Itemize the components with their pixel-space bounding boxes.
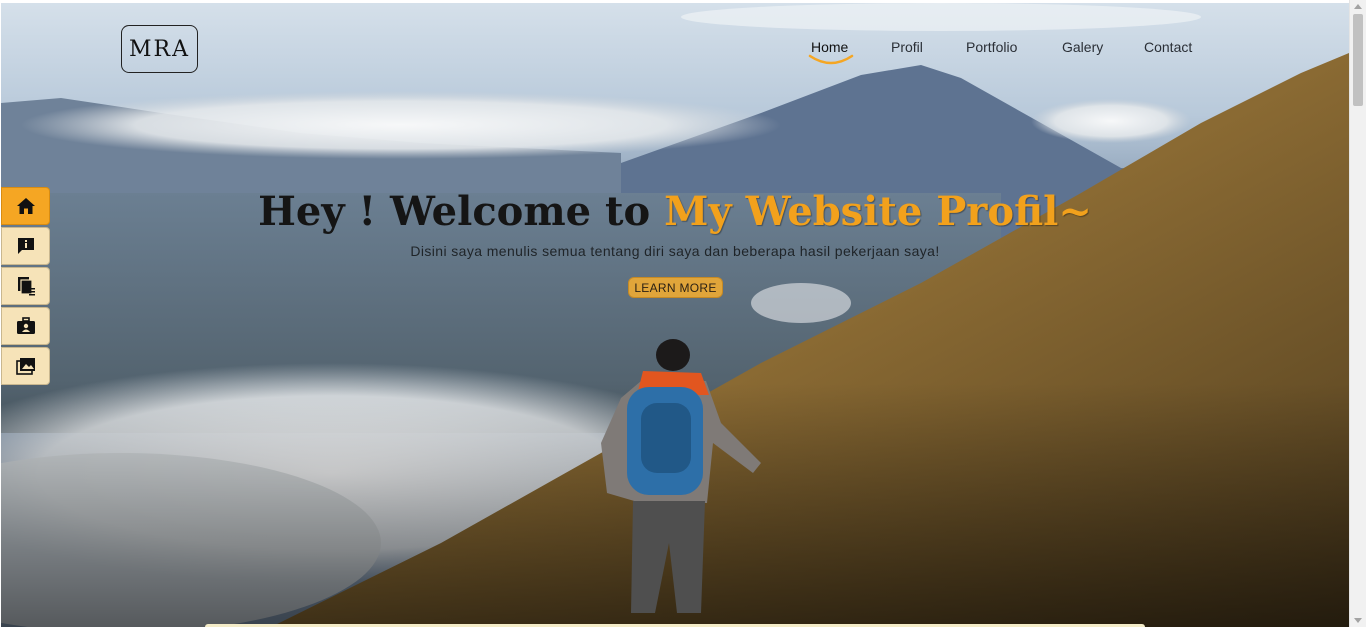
gallery-icon [15,358,35,375]
active-nav-underline [808,54,854,65]
hero-title: Hey ! Welcome to My Website Profil~ [1,188,1349,235]
nav-profil[interactable]: Profil [891,39,923,55]
nav-portfolio[interactable]: Portfolio [966,39,1017,55]
sidebar-item-gallery[interactable] [1,347,50,385]
hero-title-prefix: Hey ! Welcome to [258,188,665,235]
documents-icon [17,277,35,296]
page-scrollbar[interactable] [1349,0,1366,627]
portfolio-icon [16,317,35,334]
learn-more-button[interactable]: LEARN MORE [628,277,723,298]
sidebar-item-portfolio[interactable] [1,307,50,345]
hero-title-highlight: My Website Profil~ [664,188,1092,235]
hero-background-image [1,3,1349,627]
hero-section: MRA Home Profil Portfolio Galery Contact [1,3,1349,627]
nav-contact[interactable]: Contact [1144,39,1192,55]
scroll-down-arrow-icon[interactable] [1354,618,1362,623]
top-navigation: Home Profil Portfolio Galery Contact [1,39,1349,63]
nav-galery[interactable]: Galery [1062,39,1103,55]
sidebar-item-documents[interactable] [1,267,50,305]
scroll-up-arrow-icon[interactable] [1354,4,1362,9]
scrollbar-thumb[interactable] [1353,14,1363,106]
hero-subtitle: Disini saya menulis semua tentang diri s… [410,243,940,259]
